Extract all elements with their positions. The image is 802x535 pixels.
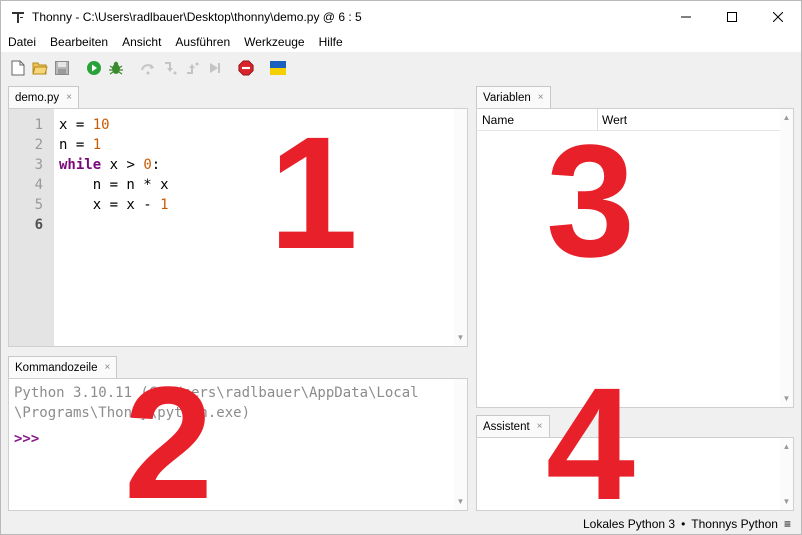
code-line: n = 1 [59,137,102,153]
tab-kommandozeile[interactable]: Kommandozeile × [8,356,118,378]
variables-scrollbar[interactable]: ▲ ▼ [780,109,793,407]
code-line: x = 10 [59,117,110,133]
column-name-header[interactable]: Name [477,109,514,131]
tab-variablen[interactable]: Variablen × [476,86,551,108]
current-line-number: 6 [34,217,43,233]
toolbar [1,54,801,82]
interpreter-label[interactable]: Lokales Python 3 [583,517,675,531]
run-icon[interactable] [86,60,102,76]
step-over-icon[interactable] [140,60,156,76]
tab-close-icon[interactable]: × [537,421,543,432]
save-icon[interactable] [54,60,70,76]
overlay-number-3: 3 [546,111,635,290]
code-editor[interactable]: 1 2 3 4 5 6 x = 10 n = 1 while x > 0: n … [8,108,468,347]
line-number: 3 [34,157,43,173]
hamburger-icon[interactable]: ≡ [784,517,791,531]
minimize-icon [681,16,691,17]
tab-assistent[interactable]: Assistent × [476,415,550,437]
resume-icon[interactable] [206,60,222,76]
code-line: while x > 0: [59,157,161,173]
open-folder-icon[interactable] [32,60,48,76]
menu-bar: Datei Bearbeiten Ansicht Ausführen Werkz… [1,32,801,52]
chevron-down-icon[interactable]: ▼ [780,495,793,508]
thonny-logo-icon [10,9,26,25]
stop-icon[interactable] [238,60,254,76]
tab-demo-py[interactable]: demo.py × [8,86,79,108]
tab-close-icon[interactable]: × [104,362,110,373]
step-out-icon[interactable] [184,60,200,76]
new-file-icon[interactable] [10,60,26,76]
maximize-icon [727,11,737,22]
overlay-number-2: 2 [124,353,213,532]
window-title: Thonny - C:\Users\radlbauer\Desktop\thon… [32,9,362,24]
menu-werkzeuge[interactable]: Werkzeuge [237,35,311,49]
tab-label: Kommandozeile [15,361,98,374]
ukraine-flag-icon[interactable] [270,60,286,76]
tab-close-icon[interactable]: × [538,92,544,103]
line-number: 5 [34,197,43,213]
menu-hilfe[interactable]: Hilfe [312,35,350,49]
overlay-number-1: 1 [269,103,358,282]
close-icon [773,11,783,22]
title-bar: Thonny - C:\Users\radlbauer\Desktop\thon… [1,1,801,32]
editor-scrollbar[interactable]: ▼ [454,109,467,346]
shell-console[interactable]: Python 3.10.11 (C:\Users\radlbauer\AppDa… [8,378,468,511]
line-number: 4 [34,177,43,193]
chevron-down-icon[interactable]: ▼ [454,495,467,508]
chevron-down-icon[interactable]: ▼ [780,392,793,405]
code-line: x = x - 1 [59,197,169,213]
code-line: n = n * x [59,177,169,193]
step-into-icon[interactable] [162,60,178,76]
assistant-panel: ▲ ▼ [476,437,794,511]
chevron-down-icon[interactable]: ▼ [454,331,467,344]
thonny-window: Thonny - C:\Users\radlbauer\Desktop\thon… [0,0,802,535]
shell-prompt: >>> [14,431,40,447]
shell-output: Python 3.10.11 (C:\Users\radlbauer\AppDa… [14,385,419,401]
maximize-button[interactable] [709,1,755,32]
line-number: 2 [34,137,43,153]
window-controls [663,1,801,32]
assistant-scrollbar[interactable]: ▲ ▼ [780,438,793,510]
overlay-number-4: 4 [546,354,635,533]
menu-datei[interactable]: Datei [1,35,43,49]
python-name-label[interactable]: Thonnys Python [691,517,778,531]
shell-scrollbar[interactable]: ▼ [454,379,467,510]
tab-label: demo.py [15,91,60,104]
status-bar: Lokales Python 3 • Thonnys Python ≡ [1,514,801,534]
menu-ansicht[interactable]: Ansicht [115,35,168,49]
minimize-button[interactable] [663,1,709,32]
chevron-up-icon[interactable]: ▲ [780,440,793,453]
variables-panel: Name Wert ▲ ▼ [476,108,794,408]
tab-label: Assistent [483,420,530,433]
line-number: 1 [34,117,43,133]
line-number-gutter: 1 2 3 4 5 6 [9,109,54,346]
tab-close-icon[interactable]: × [66,92,72,103]
menu-bearbeiten[interactable]: Bearbeiten [43,35,115,49]
close-button[interactable] [755,1,801,32]
menu-ausfuehren[interactable]: Ausführen [168,35,237,49]
tab-label: Variablen [483,91,531,104]
chevron-up-icon[interactable]: ▲ [780,111,793,124]
status-separator: • [681,517,686,531]
debug-icon[interactable] [108,60,124,76]
